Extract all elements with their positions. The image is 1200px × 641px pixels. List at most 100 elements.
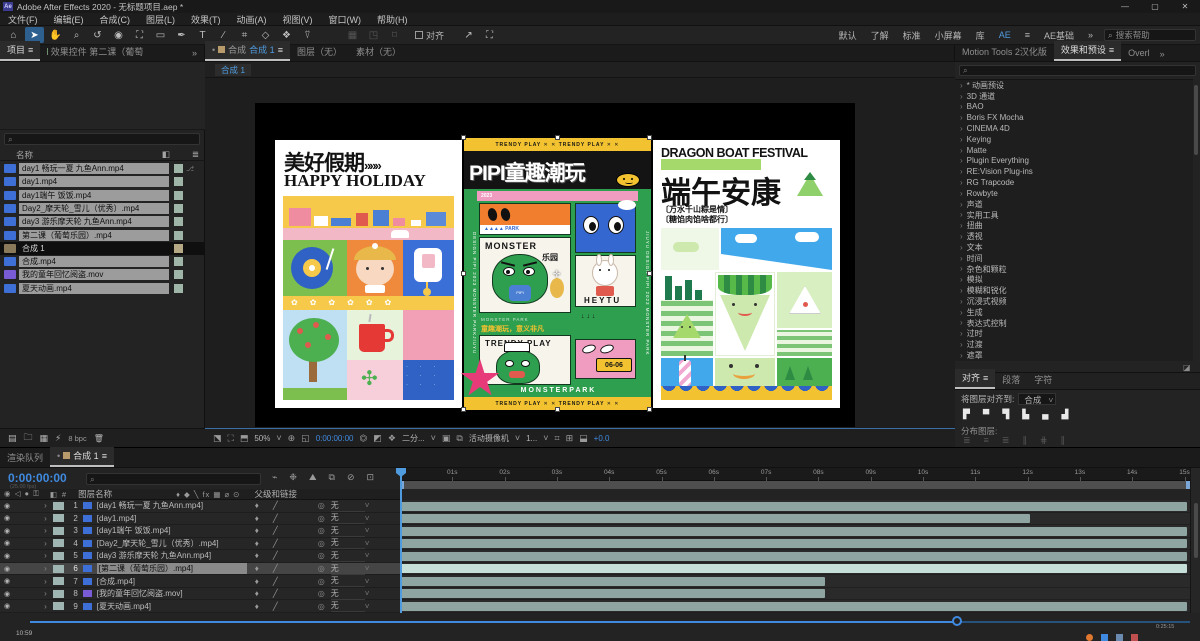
transparency-grid-icon[interactable]: ◱ [301,433,310,444]
playhead-line[interactable] [400,468,402,613]
track-row[interactable] [400,550,1190,563]
twirl-icon[interactable]: › [960,318,963,327]
track-row[interactable] [400,537,1190,551]
panel-menu-icon[interactable]: ≡ [1109,45,1114,55]
exposure-value[interactable]: +0.0 [594,434,610,443]
menu-效果(T)[interactable]: 效果(T) [183,13,229,26]
timeline-zoom-scrollbar[interactable] [30,621,960,623]
selection-handle[interactable] [461,135,466,140]
layer-row[interactable]: ◉ › 8 [我的童年回忆阅盗.mov] ♦ ╱ ◎ 无 ˅ [0,587,400,601]
layer-color-swatch[interactable] [52,564,64,573]
timeline-nav-icon[interactable]: ⬓ [579,433,588,444]
effect-category-row[interactable]: › 生成 [955,307,1193,318]
twirl-icon[interactable]: › [960,135,963,144]
fx-switch-icon[interactable]: ╱ [273,501,278,510]
parent-dropdown[interactable]: 无 [330,588,365,600]
parent-dropdown[interactable]: 无 [330,575,365,588]
project-item-row[interactable]: day3 游乐摩天轮 九鱼Ann.mp4 [0,215,205,228]
twirl-icon[interactable]: › [960,329,963,338]
workspace-next[interactable]: AE基础 [1037,29,1081,42]
menu-窗口(W)[interactable]: 窗口(W) [321,13,370,26]
layer-duration-bar[interactable] [401,551,1187,561]
effect-category-row[interactable]: › RG Trapcode [955,177,1193,188]
project-item-row[interactable]: Day2_摩天轮_雪儿（优秀）.mp4 [0,202,205,215]
quality-switch-icon[interactable]: ♦ [255,551,259,560]
twirl-icon[interactable]: › [960,264,963,273]
track-row[interactable] [400,587,1190,601]
layer-twirl-icon[interactable]: › [44,564,47,573]
track-row[interactable] [400,562,1190,576]
poster-pipi-trendy-play[interactable]: TRENDY PLAY ✕ ✕ TRENDY PLAY ✕ ✕ PIPI童趣潮玩… [460,135,652,412]
viewer-time-display[interactable]: 0:00:00:00 [316,434,354,443]
breadcrumb[interactable]: 合成 1 [215,64,252,76]
shape-tool[interactable]: ▭ [151,27,170,43]
roi-icon[interactable]: ⊕ [288,433,296,444]
visibility-eye-icon[interactable]: ◉ [4,539,10,547]
quality-switch-icon[interactable]: ♦ [255,577,259,586]
bit-depth-label[interactable]: 8 bpc [68,434,86,443]
workspace-current[interactable]: AE [992,30,1018,40]
effect-category-row[interactable]: › Boris FX Mocha [955,112,1193,123]
layer-color-swatch[interactable] [52,602,64,611]
tab-overlay[interactable]: Overl [1121,46,1157,61]
layer-row[interactable]: ◉ › 3 [day1端午 饭饭.mp4] ♦ ╱ ◎ 无 ˅ [0,525,400,538]
layer-duration-bar[interactable] [401,564,1187,574]
parent-pickwhip-icon[interactable]: ◎ [318,526,325,535]
selection-handle[interactable] [555,407,560,412]
maximize-button[interactable]: ▢ [1140,0,1170,13]
trash-icon[interactable]: 🗑 [94,434,104,443]
quality-switch-icon[interactable]: ♦ [255,539,259,548]
layer-duration-bar[interactable] [401,514,1030,524]
pen-tool[interactable]: ✒ [172,27,191,43]
align-button-icon[interactable]: ▙ [1022,409,1029,420]
menu-合成(C)[interactable]: 合成(C) [92,13,139,26]
panel-menu-icon[interactable]: ≡ [28,45,33,55]
label-color-swatch[interactable] [174,177,183,187]
snapshot-icon[interactable]: ⏣ [360,433,368,444]
twirl-icon[interactable]: › [960,340,963,349]
effect-category-row[interactable]: › Rowbyte [955,188,1193,199]
rotation-tool[interactable]: ↺ [88,27,107,43]
effect-category-row[interactable]: › 模拟 [955,274,1193,285]
visibility-eye-icon[interactable]: ◉ [4,527,10,535]
align-button-icon[interactable]: ▟ [1062,409,1069,420]
workspace-了解[interactable]: 了解 [864,29,896,42]
effect-category-row[interactable]: › 声道 [955,199,1193,210]
project-item-row[interactable]: 合成 1 [0,241,205,255]
unified-camera-tool[interactable]: ◉ [109,27,128,43]
parent-dropdown[interactable]: 无 [330,500,365,512]
twirl-icon[interactable]: › [960,275,963,284]
view-layout-dropdown[interactable]: 1... [526,434,537,443]
effect-category-row[interactable]: › Plugin Everything [955,156,1193,167]
anchor-point-icon[interactable]: ✛ [553,269,561,280]
track-row[interactable] [400,525,1190,538]
label-color-swatch[interactable] [174,257,183,267]
layer-row[interactable]: ◉ › 6 [第二课（葡萄乐园）.mp4] ♦ ╱ ◎ 无 ˅ [0,562,400,576]
track-row[interactable] [400,575,1190,588]
parent-pickwhip-icon[interactable]: ◎ [318,564,325,573]
label-color-swatch[interactable] [174,203,183,213]
workspace-小屏幕[interactable]: 小屏幕 [928,29,969,42]
track-row[interactable] [400,600,1190,613]
effect-category-row[interactable]: › 3D 通道 [955,91,1193,102]
menu-文件(F)[interactable]: 文件(F) [0,13,46,26]
visibility-eye-icon[interactable]: ◉ [4,552,10,560]
chevron-down-icon[interactable]: ˅ [515,433,520,443]
tab-footage[interactable]: 素材（无） [349,43,408,61]
visibility-eye-icon[interactable]: ◉ [4,502,10,510]
selection-handle[interactable] [647,135,652,140]
parent-dropdown[interactable]: 无 [330,563,365,575]
panel-menu-icon[interactable]: ≡ [102,451,107,461]
fx-switch-icon[interactable]: ╱ [273,551,278,560]
twirl-icon[interactable]: › [960,113,963,122]
twirl-icon[interactable]: › [960,146,963,155]
fx-switch-icon[interactable]: ╱ [273,539,278,548]
selection-handle[interactable] [461,407,466,412]
tab-effect-controls[interactable]: 效果控件 第二课（葡萄 [40,43,150,61]
tab-motion-tools[interactable]: Motion Tools 2汉化版 [955,43,1054,61]
twirl-icon[interactable]: › [960,81,963,90]
label-color-swatch[interactable] [174,164,183,173]
pan-behind-tool[interactable]: ⛶ [130,27,149,43]
align-button-icon[interactable]: ▛ [963,409,970,420]
workspace-menu-icon[interactable]: ≡ [1018,30,1037,40]
